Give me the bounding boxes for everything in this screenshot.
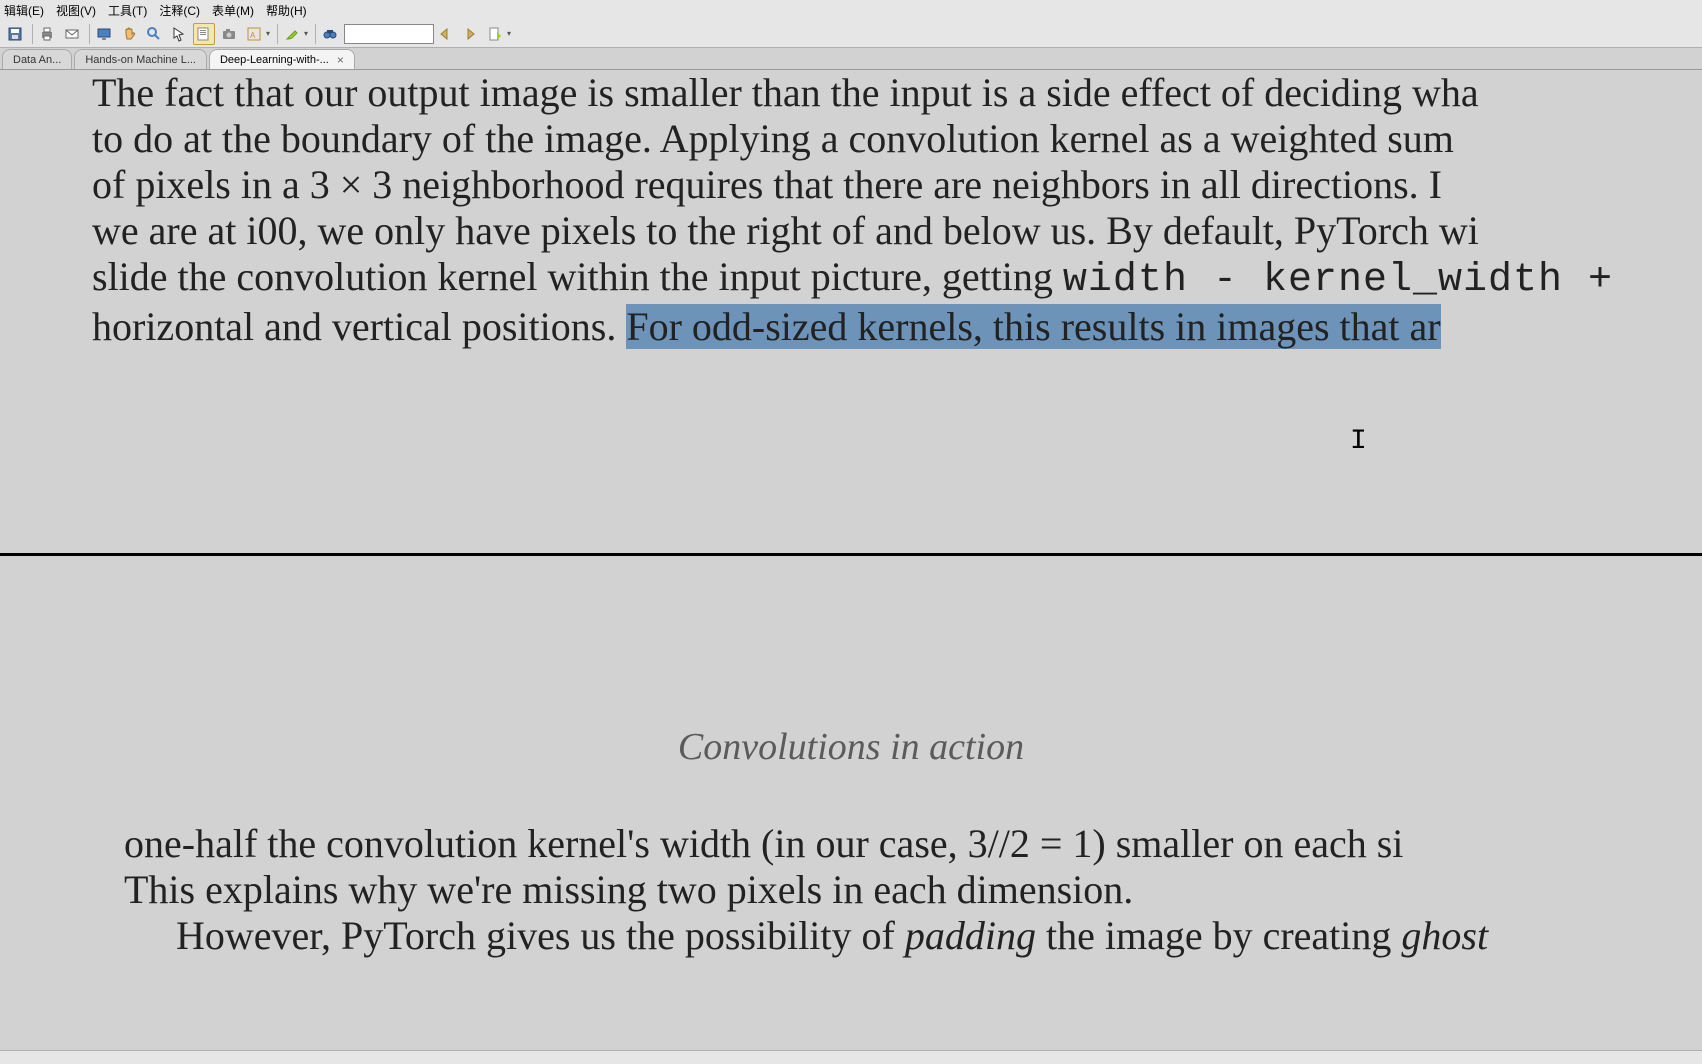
tab-data-analysis[interactable]: Data An... [2,49,72,69]
select-arrow-icon[interactable] [168,23,190,45]
highlight-icon[interactable] [281,23,303,45]
menu-tools[interactable]: 工具(T) [108,2,147,19]
separator [89,24,90,44]
body-text[interactable]: The fact that our output image is smalle… [92,70,1702,350]
print-icon[interactable] [36,23,58,45]
page-2: Convolutions in action one-half the conv… [0,559,1702,1050]
document-area[interactable]: The fact that our output image is smalle… [0,70,1702,1050]
menu-comment[interactable]: 注释(C) [159,2,200,19]
page-1: The fact that our output image is smalle… [0,70,1702,556]
text-line: one-half the convolution kernel's width … [124,821,1403,866]
dropdown-arrow-icon[interactable]: ▾ [304,29,308,38]
email-icon[interactable] [61,23,83,45]
code-text: width - kernel_width + [1063,258,1613,303]
toolbar: A ▾ ▾ ▾ [0,20,1702,48]
body-text[interactable]: one-half the convolution kernel's width … [124,821,1702,959]
find-next-icon[interactable] [459,23,481,45]
menu-edit[interactable]: 辑辑(E) [4,2,44,19]
dropdown-arrow-icon[interactable]: ▾ [507,29,511,38]
menu-view[interactable]: 视图(V) [56,2,96,19]
save-icon[interactable] [4,23,26,45]
menu-help[interactable]: 帮助(H) [266,2,307,19]
binoculars-icon[interactable] [319,23,341,45]
hand-icon[interactable] [118,23,140,45]
separator [32,24,33,44]
search-input[interactable] [344,24,434,44]
tabbar: Data An... Hands-on Machine L... Deep-Le… [0,48,1702,70]
ocr-icon[interactable]: A [243,23,265,45]
menubar: 辑辑(E) 视图(V) 工具(T) 注释(C) 表单(M) 帮助(H) [0,0,1702,20]
dropdown-arrow-icon[interactable]: ▾ [266,29,270,38]
text-line: horizontal and vertical positions. [92,304,626,349]
text-line: we are at i00, we only have pixels to th… [92,208,1479,253]
camera-icon[interactable] [218,23,240,45]
text-line: to do at the boundary of the image. Appl… [92,116,1454,161]
snapshot-icon[interactable] [193,23,215,45]
text-line: slide the convolution kernel within the … [92,254,1063,299]
tab-label: Hands-on Machine L... [85,54,196,66]
separator [315,24,316,44]
close-icon[interactable]: × [337,53,344,67]
chapter-heading: Convolutions in action [0,725,1702,769]
tab-deep-learning[interactable]: Deep-Learning-with-... × [209,49,355,69]
separator [277,24,278,44]
text-line: of pixels in a 3 × 3 neighborhood requir… [92,162,1442,207]
text-caret: I [1350,426,1367,457]
find-prev-icon[interactable] [434,23,456,45]
tab-hands-on-ml[interactable]: Hands-on Machine L... [74,49,207,69]
tab-label: Deep-Learning-with-... [220,54,329,66]
svg-text:A: A [250,31,256,40]
zoom-icon[interactable] [143,23,165,45]
selected-text: For odd-sized kernels, this results in i… [626,304,1440,349]
menu-form[interactable]: 表单(M) [212,2,254,19]
status-bar [0,1050,1702,1064]
text-line: However, PyTorch gives us the possibilit… [124,913,1488,959]
text-line: This explains why we're missing two pixe… [124,867,1133,912]
text-line: The fact that our output image is smalle… [92,70,1479,115]
tab-label: Data An... [13,54,61,66]
monitor-icon[interactable] [93,23,115,45]
page-options-icon[interactable] [484,23,506,45]
